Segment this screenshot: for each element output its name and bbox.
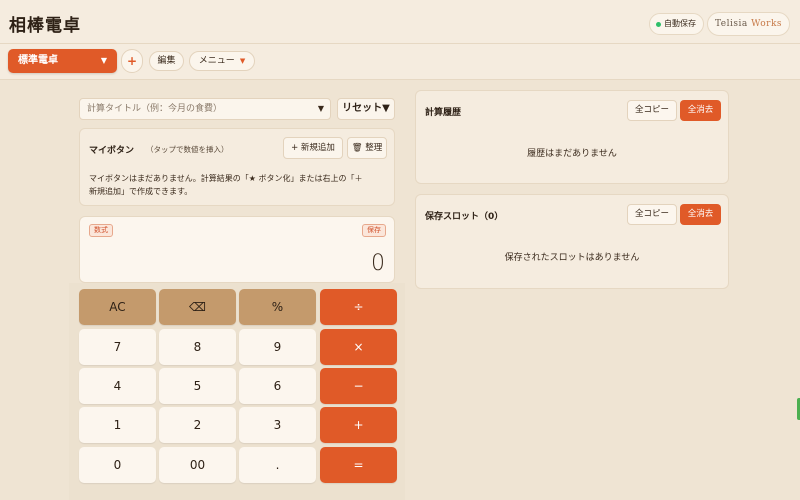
key-4[interactable]: 4	[79, 368, 156, 404]
menu-button-label: メニュー	[198, 56, 235, 66]
keypad: AC ⌫ % ÷ 7 8 9 × 4 5 6 − 1 2 3 + 0 00 . …	[69, 283, 405, 500]
autosave-label: 自動保存	[664, 19, 696, 28]
key-00[interactable]: 00	[159, 447, 236, 483]
save-slots-title: 保存スロット（0）	[425, 212, 504, 222]
my-buttons-empty-message: マイボタンはまだありません。計算結果の「★ ボタン化」または右上の「＋ 新規追加…	[89, 172, 389, 198]
slots-clear-all-button[interactable]: 全消去	[680, 204, 721, 225]
history-copy-all-button[interactable]: 全コピー	[627, 100, 677, 121]
display-value: 0	[371, 251, 385, 276]
key-all-clear[interactable]: AC	[79, 289, 156, 325]
key-0[interactable]: 0	[79, 447, 156, 483]
key-1[interactable]: 1	[79, 407, 156, 443]
chevron-down-icon: ▼	[317, 104, 324, 113]
key-5[interactable]: 5	[159, 368, 236, 404]
key-2[interactable]: 2	[159, 407, 236, 443]
calculator-display: 数式 保存 0	[79, 216, 395, 283]
save-tag[interactable]: 保存	[362, 224, 386, 237]
my-buttons-panel: マイボタン （タップで数値を挿入） + 新規追加 🗑 整理 マイボタンはまだあり…	[79, 128, 395, 206]
app-header: 相棒電卓 自動保存 Telisia Works	[0, 0, 800, 44]
key-equals[interactable]: =	[320, 447, 397, 483]
key-7[interactable]: 7	[79, 329, 156, 365]
brand-accent: Works	[751, 19, 783, 29]
key-divide[interactable]: ÷	[320, 289, 397, 325]
key-6[interactable]: 6	[239, 368, 316, 404]
autosave-indicator[interactable]: 自動保存	[649, 13, 704, 35]
reset-button[interactable]: リセット▼	[337, 98, 395, 120]
my-buttons-title: マイボタン	[89, 146, 135, 156]
edit-button[interactable]: 編集	[149, 51, 184, 71]
key-add[interactable]: +	[320, 407, 397, 443]
calc-title-placeholder: 計算タイトル（例：今月の食費）	[87, 104, 223, 114]
key-backspace[interactable]: ⌫	[159, 289, 236, 325]
my-buttons-empty-line: 新規追加」で作成できます。	[89, 187, 193, 196]
mode-select-label: 標準電卓	[18, 55, 58, 66]
toolbar: 標準電卓 ▼ + 編集 メニュー ▼	[0, 44, 800, 80]
chevron-down-icon: ▼	[239, 57, 246, 65]
add-my-button[interactable]: + 新規追加	[283, 137, 343, 159]
add-mode-button[interactable]: +	[121, 49, 143, 73]
brand-badge[interactable]: Telisia Works	[707, 12, 790, 36]
brand-name: Telisia	[714, 19, 748, 29]
organize-button[interactable]: 🗑 整理	[347, 137, 387, 159]
key-9[interactable]: 9	[239, 329, 316, 365]
mode-select[interactable]: 標準電卓 ▼	[8, 49, 117, 73]
chevron-down-icon: ▼	[100, 56, 107, 65]
history-title: 計算履歴	[425, 108, 462, 118]
save-slots-panel: 保存スロット（0） 全コピー 全消去 保存されたスロットはありません	[415, 194, 729, 289]
key-decimal[interactable]: .	[239, 447, 316, 483]
menu-button[interactable]: メニュー ▼	[189, 51, 255, 71]
history-panel: 計算履歴 全コピー 全消去 履歴はまだありません	[415, 90, 729, 184]
my-buttons-empty-line: マイボタンはまだありません。計算結果の「★ ボタン化」または右上の「＋	[89, 174, 363, 183]
formula-tag[interactable]: 数式	[89, 224, 113, 237]
calc-title-select[interactable]: 計算タイトル（例：今月の食費） ▼	[79, 98, 331, 120]
key-multiply[interactable]: ×	[320, 329, 397, 365]
my-buttons-hint: （タップで数値を挿入）	[146, 145, 229, 154]
key-3[interactable]: 3	[239, 407, 316, 443]
save-slots-empty-message: 保存されたスロットはありません	[504, 253, 640, 263]
history-clear-all-button[interactable]: 全消去	[680, 100, 721, 121]
key-subtract[interactable]: −	[320, 368, 397, 404]
key-8[interactable]: 8	[159, 329, 236, 365]
autosave-status-dot-icon	[656, 22, 661, 27]
key-percent[interactable]: %	[239, 289, 316, 325]
history-empty-message: 履歴はまだありません	[527, 149, 617, 159]
app-title: 相棒電卓	[9, 16, 81, 36]
slots-copy-all-button[interactable]: 全コピー	[627, 204, 677, 225]
